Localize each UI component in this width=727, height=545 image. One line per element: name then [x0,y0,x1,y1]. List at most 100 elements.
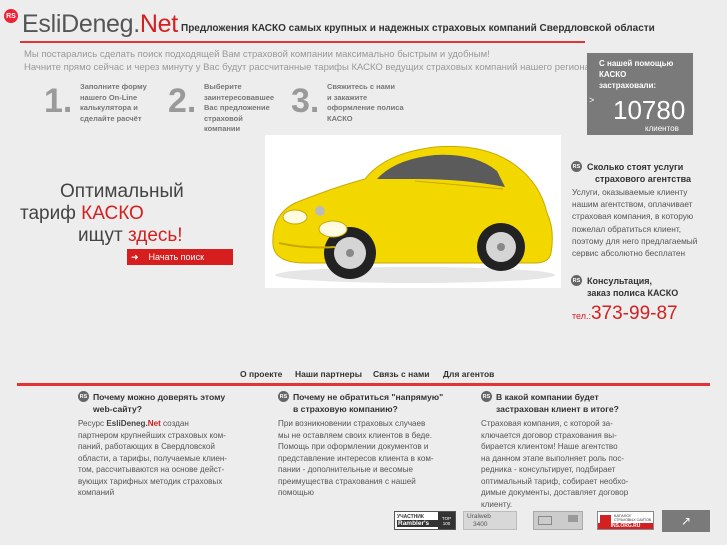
step-line: сделайте расчёт [80,113,142,123]
agency-title-line: Сколько стоят услуги [587,162,684,172]
car-image [265,135,561,288]
rs-badge-icon: RS [571,275,582,286]
company-title-line: В какой компании будет [496,392,599,402]
step-1-text: Заполните форму нашего On-Line калькулят… [80,82,147,124]
phone-label: тел.: [572,311,591,321]
tagline-line-1: Оптимальный [60,181,184,202]
agency-text-line: поэтому для него предлагаемый [572,235,698,246]
step-line: Выберите [204,82,242,91]
counter-caption-line: С нашей помощью [599,59,674,68]
arrow-right-icon: ➜ [131,251,139,262]
stats-graph-icon [538,516,552,525]
direct-text-line: представление интересов клиента в ком- [278,453,434,463]
trust-text: Ресурс EsliDeneg.Net создан партнером кр… [78,418,227,499]
agency-text-line: сервис абсолютно бесплатен [572,248,686,259]
step-1-number: 1. [44,82,73,120]
step-line: Свяжитесь с нами [327,82,395,91]
rs-badge-icon: RS [571,161,582,172]
direct-title-line: в страховую компанию? [293,404,398,414]
company-title: В какой компании будет застрахован клиен… [496,391,619,415]
trust-text-line: области, а тарифы, получаемые клиен- [78,453,228,463]
insurance-catalog-badge[interactable]: КАТАЛОГ СТРАХОВЫХ САЙТОВ INS.ORG.RU [597,511,654,530]
counter-caption-line: застраховали: [599,81,657,90]
nav-link-about[interactable]: О проекте [240,369,282,379]
intro-line: Мы постарались сделать поиск подходящей … [24,49,490,60]
company-text-line: редника - консультирует, подбирает [481,465,616,474]
direct-text-line: преимущества страхования с нашей [278,476,416,486]
trust-text-line: партнером крупнейших страховых ком- [78,430,226,440]
trust-text-line: компаний [78,488,115,497]
site-logo[interactable]: EsliDeneg.Net [22,10,178,39]
step-line: заинтересовавшее [204,92,275,102]
brand-name: EsliDeneg. [106,419,148,428]
nav-link-contact[interactable]: Связь с нами [373,369,430,379]
step-line: Заполните форму [80,82,147,91]
trust-title-line: web-сайту? [93,404,142,414]
counter-arrow-icon: > [589,95,595,105]
uralweb-badge[interactable]: Uralweb 3400 [463,511,517,530]
yellow-car-illustration [272,145,555,283]
counter-unit: клиентов [645,124,679,133]
tagline-accent: КАСКО [81,203,144,224]
company-text-line: димые документы, доставляет договор [481,488,629,497]
step-line: Вас предложение [204,103,270,112]
nav-link-partners[interactable]: Наши партнеры [295,369,362,379]
stats-bar-icon [568,515,578,522]
agency-title-line: страхового агентства [595,174,692,184]
counter-caption: С нашей помощью КАСКО застраховали: [599,58,673,91]
tagline-line-2: тариф КАСКО [20,203,144,225]
phone-value: 373-99-87 [590,303,678,324]
direct-text-line: мы не оставляем своих клиентов в беде. [278,430,433,440]
phone-number[interactable]: тел.:373-99-87 [572,303,678,325]
agency-text-line: Услуги, оказываемые клиенту [572,187,688,197]
consult-title-line: заказ полиса КАСКО [587,288,679,298]
clients-counter: С нашей помощью КАСКО застраховали: > 10… [587,53,693,135]
step-line: страховой [204,113,243,123]
trust-title-line: Почему можно доверять этому [93,392,226,402]
rs-badge-icon: RS [481,391,492,402]
uralweb-value: 3400 [473,521,488,528]
trust-text-line: вующих тарифных методик страховых [78,476,223,486]
rambler-top100-badge[interactable]: УЧАСТНИК Rambler's TOP 100 [394,511,456,530]
company-text: Страховая компания, с которой за- ключае… [481,418,628,510]
trust-text-fragment: Ресурс [78,419,107,428]
nav-link-agents[interactable]: Для агентов [443,369,494,379]
company-text-line: бирается клиентом! Наше агентство [481,442,618,451]
direct-text-line: При возникновении страховых случаев [278,419,426,428]
counter-value: 10780 [613,95,686,125]
tagline-text: тариф [20,203,82,224]
consult-title-line: Консультация, [587,276,653,286]
consult-title: Консультация, заказ полиса КАСКО [587,275,678,299]
tagline-text: ищут [78,225,128,246]
direct-text-line: Помощь при оформлении документов и [278,442,429,451]
nav-divider [17,383,710,386]
company-text-line: оптимальный тариф, собирает необхо- [481,476,629,486]
start-search-label: Начать поиск [148,252,205,262]
step-2-text: Выберите заинтересовавшее Вас предложени… [204,82,274,135]
step-line: оформление полиса [327,103,404,112]
logo-badge: RS [4,9,18,23]
direct-text-line: помощью [278,488,314,497]
counter-caption-line: КАСКО [599,70,627,79]
logo-accent-text: Net [139,10,178,38]
agency-text-line: пожелал обратиться клиент, [572,223,682,234]
corner-link-icon[interactable]: ↗ [662,510,710,532]
step-line: и закажите [327,92,368,102]
direct-text-line: пании - дополнительные и весомые [278,465,414,474]
direct-title-line: Почему не обратиться "напрямую" [293,392,444,402]
company-text-line: ключается договор страхования вы- [481,430,617,440]
rambler-brand: Rambler's [397,520,438,527]
step-3-number: 3. [291,82,320,120]
catalog-mid-label: СТРАХОВЫХ САЙТОВ [614,518,652,522]
uralweb-name: Uralweb [467,513,491,520]
trust-text-line: паний, работающих в Свердловской [78,442,215,451]
step-line: нашего On-Line [80,92,138,102]
intro-line: Начните прямо сейчас и через минуту у Ва… [24,61,590,73]
agency-text-line: нашим агентством, оплачивает [572,199,693,210]
agency-text: Услуги, оказываемые клиенту нашим агентс… [572,186,697,259]
stats-counter-badge[interactable] [533,511,583,530]
trust-title: Почему можно доверять этому web-сайту? [93,391,225,415]
start-search-button[interactable]: ➜ Начать поиск [127,249,233,265]
direct-title: Почему не обратиться "напрямую" в страхо… [293,391,443,415]
direct-text: При возникновении страховых случаев мы н… [278,418,434,499]
